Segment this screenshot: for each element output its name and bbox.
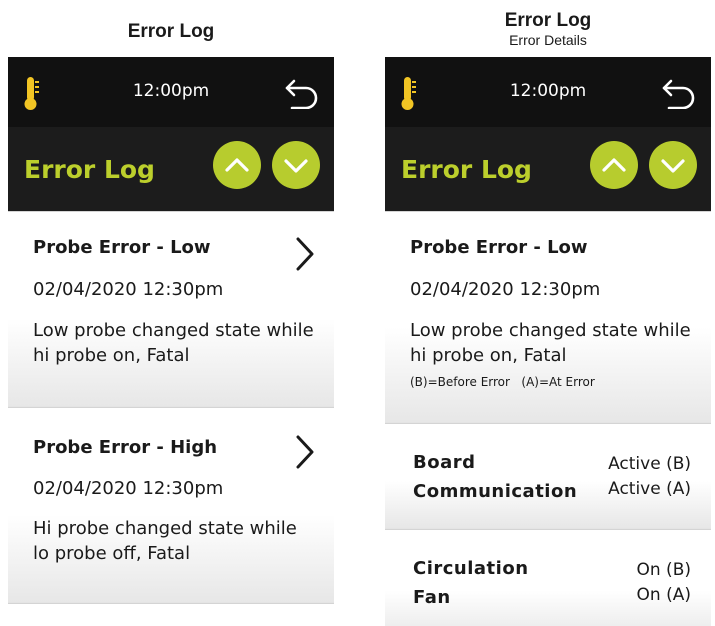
back-arrow-icon[interactable] [661, 75, 697, 109]
page-title: Error Log [401, 155, 532, 184]
error-summary-card: Probe Error - Low 02/04/2020 12:30pm Low… [385, 211, 711, 422]
scroll-up-button[interactable] [590, 141, 638, 189]
chevron-right-icon[interactable] [294, 236, 316, 272]
back-arrow-icon[interactable] [284, 75, 320, 109]
error-list: Probe Error - Low 02/04/2020 12:30pm Low… [8, 211, 334, 626]
detail-values: On (B) On (A) [637, 558, 692, 608]
error-title: Probe Error - Low [410, 237, 588, 258]
error-description: Low probe changed state while hi probe o… [33, 320, 314, 366]
error-timestamp: 02/04/2020 12:30pm [33, 478, 224, 499]
error-log-list-screen: 12:00pm Error Log Probe Error - Low 02/0… [8, 57, 334, 626]
screen-header: Error Log [8, 127, 334, 211]
error-details-screen: 12:00pm Error Log Probe Error - Low 02/0… [385, 57, 711, 626]
error-title: Probe Error - High [33, 437, 218, 458]
chevron-up-icon [225, 158, 249, 172]
page-title: Error Log [24, 155, 155, 184]
error-timestamp: 02/04/2020 12:30pm [33, 279, 224, 300]
scroll-up-button[interactable] [213, 141, 261, 189]
detail-row: Circulation Fan On (B) On (A) [385, 529, 711, 626]
chevron-up-icon [602, 158, 626, 172]
right-caption-title: Error Log [504, 10, 592, 31]
error-list-item[interactable] [8, 603, 334, 626]
detail-label-line: Communication [413, 481, 578, 502]
detail-values: Active (B) Active (A) [608, 452, 691, 502]
screen-header: Error Log [385, 127, 711, 211]
right-screen-caption: Error Log Error Details [385, 10, 711, 48]
detail-label: Board Communication [413, 448, 577, 506]
error-timestamp: 02/04/2020 12:30pm [410, 279, 601, 300]
value-at-error: Active (A) [608, 479, 691, 499]
error-description: Low probe changed state while hi probe o… [410, 320, 691, 366]
error-title: Probe Error - Low [33, 237, 211, 258]
detail-label-line: Fan [413, 587, 451, 608]
value-before-error: On (B) [636, 560, 692, 580]
left-screen-caption: Error Log [8, 21, 334, 43]
status-bar: 12:00pm [385, 57, 711, 127]
error-list-item[interactable]: Probe Error - High 02/04/2020 12:30pm Hi… [8, 407, 334, 602]
value-at-error: On (A) [636, 585, 691, 605]
status-bar: 12:00pm [8, 57, 334, 127]
detail-label-line: Board [413, 452, 476, 473]
left-caption-title: Error Log [127, 21, 215, 42]
chevron-right-icon[interactable] [294, 434, 316, 470]
detail-label: Circulation Fan [413, 554, 529, 612]
error-list-item[interactable]: Probe Error - Low 02/04/2020 12:30pm Low… [8, 211, 334, 406]
chevron-down-icon [661, 159, 685, 173]
scroll-down-button[interactable] [272, 141, 320, 189]
right-caption-subtitle: Error Details [509, 32, 587, 48]
scroll-down-button[interactable] [649, 141, 697, 189]
chevron-down-icon [284, 159, 308, 173]
detail-row: Board Communication Active (B) Active (A… [385, 423, 711, 528]
detail-label-line: Circulation [413, 558, 529, 579]
error-details: Probe Error - Low 02/04/2020 12:30pm Low… [385, 211, 711, 626]
state-legend: (B)=Before Error (A)=At Error [410, 375, 595, 389]
value-before-error: Active (B) [608, 454, 691, 474]
error-description: Hi probe changed state while lo probe of… [33, 518, 297, 564]
